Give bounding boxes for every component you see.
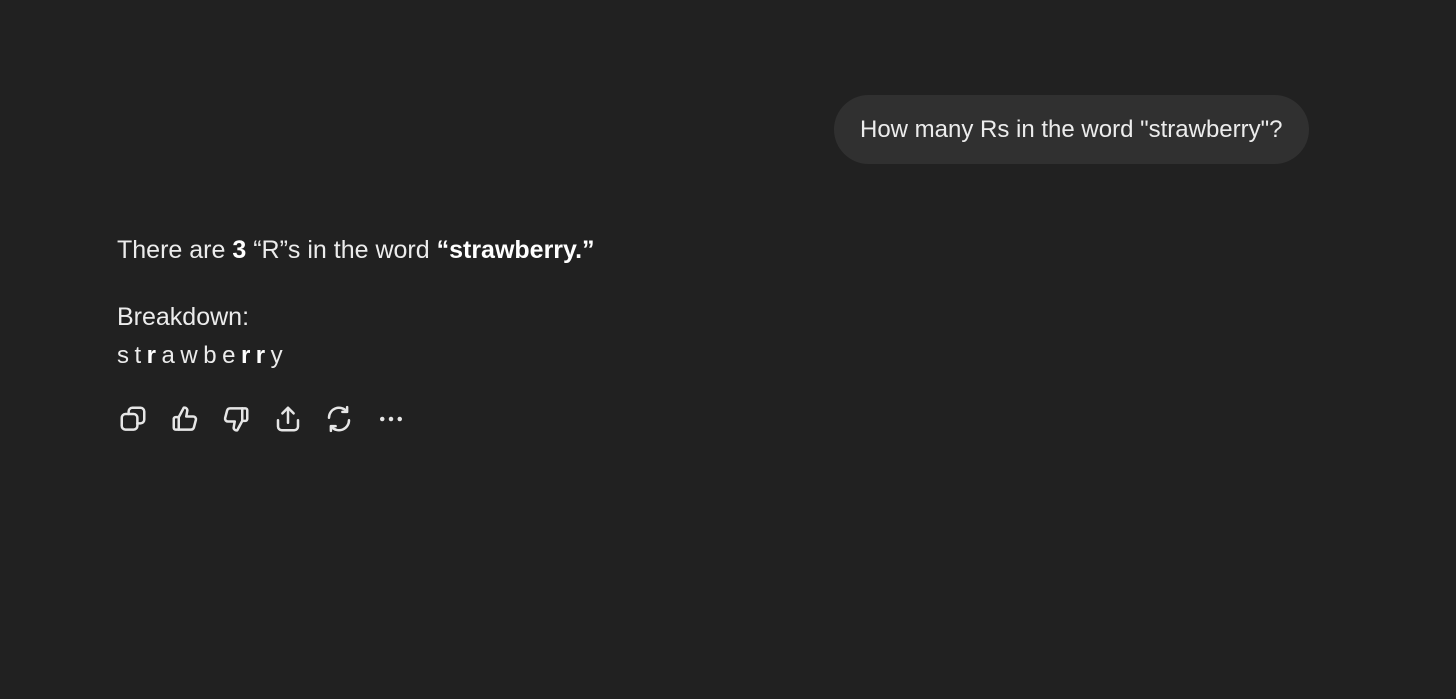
breakdown-label: Breakdown: xyxy=(117,303,250,331)
letter-highlighted: r xyxy=(240,342,251,369)
answer-line: There are 3 “R”s in the word “strawberry… xyxy=(117,232,1017,268)
chat-page: How many Rs in the word "strawberry"? Th… xyxy=(0,0,1456,699)
letter: t xyxy=(134,342,142,369)
regenerate-button[interactable] xyxy=(323,403,355,435)
letter: w xyxy=(180,342,198,369)
letter: y xyxy=(270,342,283,369)
copy-button[interactable] xyxy=(117,403,149,435)
user-message-text: How many Rs in the word "strawberry"? xyxy=(860,115,1283,143)
answer-middle: “R”s in the word xyxy=(246,236,437,264)
regenerate-icon xyxy=(327,405,351,433)
letter-highlighted: r xyxy=(255,342,266,369)
letter: e xyxy=(222,342,236,369)
user-message-bubble: How many Rs in the word "strawberry"? xyxy=(834,95,1309,164)
thumbs-up-icon xyxy=(172,406,197,431)
more-button[interactable] xyxy=(375,403,407,435)
thumbs-down-button[interactable] xyxy=(220,403,252,435)
share-icon xyxy=(276,406,299,432)
more-icon xyxy=(379,416,402,422)
message-actions xyxy=(117,403,426,435)
answer-prefix: There are xyxy=(117,236,233,264)
thumbs-down-icon xyxy=(223,407,249,432)
copy-icon xyxy=(120,406,146,431)
thumbs-up-button[interactable] xyxy=(169,403,201,435)
letter: s xyxy=(117,342,129,369)
share-button[interactable] xyxy=(272,403,304,435)
answer-word: “strawberry.” xyxy=(436,236,595,264)
letter: b xyxy=(203,342,217,369)
letter-breakdown: strawberry xyxy=(117,341,1017,371)
assistant-message: There are 3 “R”s in the word “strawberry… xyxy=(117,232,1017,371)
letter-highlighted: r xyxy=(146,342,157,369)
answer-count: 3 xyxy=(232,236,247,264)
letter: a xyxy=(161,342,175,369)
